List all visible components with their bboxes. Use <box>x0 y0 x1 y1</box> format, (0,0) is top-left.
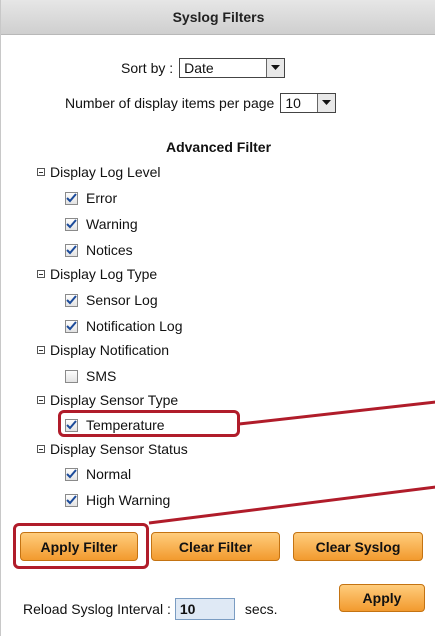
annotation-lines <box>148 400 435 525</box>
syslog-filters-panel: Syslog Filters Sort by : Date Number of … <box>0 0 435 636</box>
annotation-line-temperature <box>238 400 435 426</box>
annotation-line-apply-filter <box>148 485 435 525</box>
